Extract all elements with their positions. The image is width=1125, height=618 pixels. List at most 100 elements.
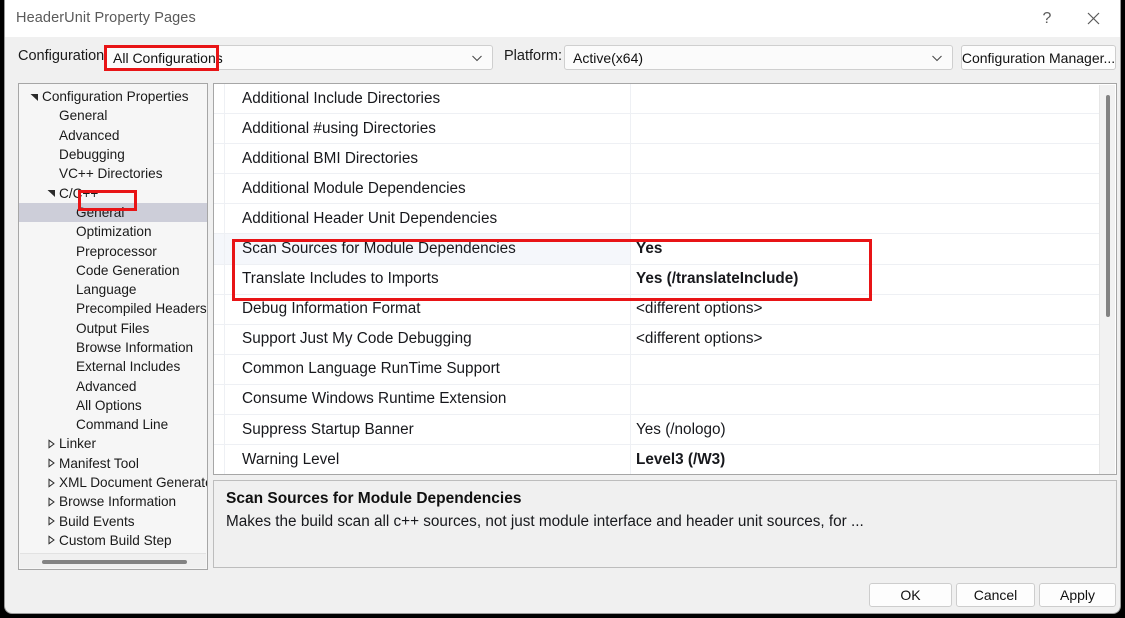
property-value[interactable]: <different options>: [631, 325, 1100, 354]
tree-item-advanced[interactable]: Advanced: [19, 126, 207, 145]
tree-twisty-placeholder: [61, 261, 75, 280]
platform-dropdown[interactable]: Active(x64): [564, 45, 953, 70]
tree-item-label: Browse Information: [58, 494, 176, 509]
property-description-body: Makes the build scan all c++ sources, no…: [226, 513, 1104, 531]
tree-item-general[interactable]: General: [19, 203, 207, 222]
property-value[interactable]: Yes: [631, 234, 1100, 263]
property-row[interactable]: Debug Information Format<different optio…: [214, 295, 1100, 325]
property-row[interactable]: Warning LevelLevel3 (/W3): [214, 445, 1100, 474]
chevron-right-icon[interactable]: [44, 512, 58, 531]
tree-item-preprocessor[interactable]: Preprocessor: [19, 241, 207, 260]
tree-item-linker[interactable]: Linker: [19, 434, 207, 453]
property-name: Translate Includes to Imports: [225, 265, 631, 294]
property-row[interactable]: Consume Windows Runtime Extension: [214, 385, 1100, 415]
tree-item-advanced[interactable]: Advanced: [19, 376, 207, 395]
close-icon[interactable]: [1070, 0, 1116, 37]
property-row-gutter: [214, 445, 225, 474]
chevron-right-icon[interactable]: [44, 473, 58, 492]
property-value[interactable]: Level3 (/W3): [631, 445, 1100, 474]
tree-twisty-placeholder: [61, 319, 75, 338]
configuration-properties-tree[interactable]: Configuration PropertiesGeneralAdvancedD…: [18, 83, 208, 570]
property-grid[interactable]: Additional Include DirectoriesAdditional…: [213, 83, 1117, 475]
property-grid-vertical-scrollbar-thumb[interactable]: [1106, 95, 1110, 317]
apply-button[interactable]: Apply: [1039, 583, 1116, 607]
tree-twisty-placeholder: [61, 376, 75, 395]
tree-item-manifest-tool[interactable]: Manifest Tool: [19, 454, 207, 473]
tree-item-output-files[interactable]: Output Files: [19, 319, 207, 338]
property-row-gutter: [214, 204, 225, 233]
property-value[interactable]: [631, 355, 1100, 384]
tree-item-label: Custom Build Step: [58, 533, 172, 548]
property-row[interactable]: Translate Includes to ImportsYes (/trans…: [214, 265, 1100, 295]
property-value[interactable]: [631, 385, 1100, 414]
property-row[interactable]: Support Just My Code Debugging<different…: [214, 325, 1100, 355]
chevron-right-icon[interactable]: [44, 454, 58, 473]
tree-item-optimization[interactable]: Optimization: [19, 222, 207, 241]
tree-item-label: Command Line: [75, 417, 168, 432]
help-icon[interactable]: ?: [1024, 0, 1070, 37]
property-row[interactable]: Additional Module Dependencies: [214, 174, 1100, 204]
property-value[interactable]: Yes (/translateInclude): [631, 265, 1100, 294]
cancel-button[interactable]: Cancel: [956, 583, 1035, 607]
chevron-down-icon[interactable]: [27, 87, 41, 106]
tree-item-xml-document-generator[interactable]: XML Document Generator: [19, 473, 207, 492]
property-value[interactable]: [631, 144, 1100, 173]
property-pages-dialog: HeaderUnit Property Pages ? Configuratio…: [4, 0, 1121, 614]
tree-item-label: Debugging: [58, 147, 125, 162]
property-row[interactable]: Suppress Startup BannerYes (/nologo): [214, 415, 1100, 445]
chevron-right-icon[interactable]: [44, 531, 58, 550]
property-value[interactable]: [631, 204, 1100, 233]
window-title: HeaderUnit Property Pages: [16, 10, 196, 26]
tree-item-configuration-properties[interactable]: Configuration Properties: [19, 87, 207, 106]
tree-item-precompiled-headers[interactable]: Precompiled Headers: [19, 299, 207, 318]
property-row-gutter: [214, 84, 225, 113]
tree-item-c-c[interactable]: C/C++: [19, 183, 207, 202]
property-row[interactable]: Additional #using Directories: [214, 114, 1100, 144]
tree-item-custom-build-step[interactable]: Custom Build Step: [19, 531, 207, 550]
tree-item-browse-information[interactable]: Browse Information: [19, 338, 207, 357]
tree-item-label: Advanced: [75, 379, 136, 394]
tree-item-language[interactable]: Language: [19, 280, 207, 299]
tree-horizontal-scrollbar-thumb[interactable]: [42, 560, 187, 564]
property-value[interactable]: [631, 174, 1100, 203]
tree-horizontal-scrollbar[interactable]: [20, 553, 206, 568]
configuration-manager-button[interactable]: Configuration Manager...: [961, 45, 1116, 70]
property-grid-vertical-scrollbar[interactable]: [1099, 85, 1115, 475]
property-value[interactable]: [631, 114, 1100, 143]
property-row[interactable]: Additional BMI Directories: [214, 144, 1100, 174]
tree-item-external-includes[interactable]: External Includes: [19, 357, 207, 376]
ok-button[interactable]: OK: [869, 583, 952, 607]
chevron-right-icon[interactable]: [44, 492, 58, 511]
tree-root: Configuration PropertiesGeneralAdvancedD…: [19, 87, 207, 569]
property-row[interactable]: Additional Include Directories: [214, 84, 1100, 114]
tree-item-vc-directories[interactable]: VC++ Directories: [19, 164, 207, 183]
tree-twisty-placeholder: [61, 396, 75, 415]
property-name: Additional Module Dependencies: [225, 174, 631, 203]
property-name: Additional Include Directories: [225, 84, 631, 113]
chevron-down-icon[interactable]: [44, 183, 58, 202]
tree-item-debugging[interactable]: Debugging: [19, 145, 207, 164]
property-value[interactable]: Yes (/nologo): [631, 415, 1100, 444]
property-row-gutter: [214, 174, 225, 203]
property-name: Scan Sources for Module Dependencies: [225, 234, 631, 263]
property-name: Additional #using Directories: [225, 114, 631, 143]
property-row[interactable]: Scan Sources for Module DependenciesYes: [214, 234, 1100, 264]
tree-item-general[interactable]: General: [19, 106, 207, 125]
property-row[interactable]: Additional Header Unit Dependencies: [214, 204, 1100, 234]
chevron-down-icon: [471, 52, 483, 64]
property-value[interactable]: [631, 84, 1100, 113]
configuration-value: All Configurations: [113, 50, 223, 66]
configuration-dropdown[interactable]: All Configurations: [104, 45, 493, 70]
property-row-gutter: [214, 234, 225, 263]
tree-item-browse-information[interactable]: Browse Information: [19, 492, 207, 511]
property-name: Suppress Startup Banner: [225, 415, 631, 444]
tree-item-all-options[interactable]: All Options: [19, 396, 207, 415]
tree-item-code-generation[interactable]: Code Generation: [19, 261, 207, 280]
property-row[interactable]: Common Language RunTime Support: [214, 355, 1100, 385]
tree-item-build-events[interactable]: Build Events: [19, 512, 207, 531]
tree-item-label: XML Document Generator: [58, 475, 208, 490]
property-value[interactable]: <different options>: [631, 295, 1100, 324]
tree-item-command-line[interactable]: Command Line: [19, 415, 207, 434]
chevron-right-icon[interactable]: [44, 434, 58, 453]
property-grid-rows: Additional Include DirectoriesAdditional…: [214, 84, 1100, 474]
